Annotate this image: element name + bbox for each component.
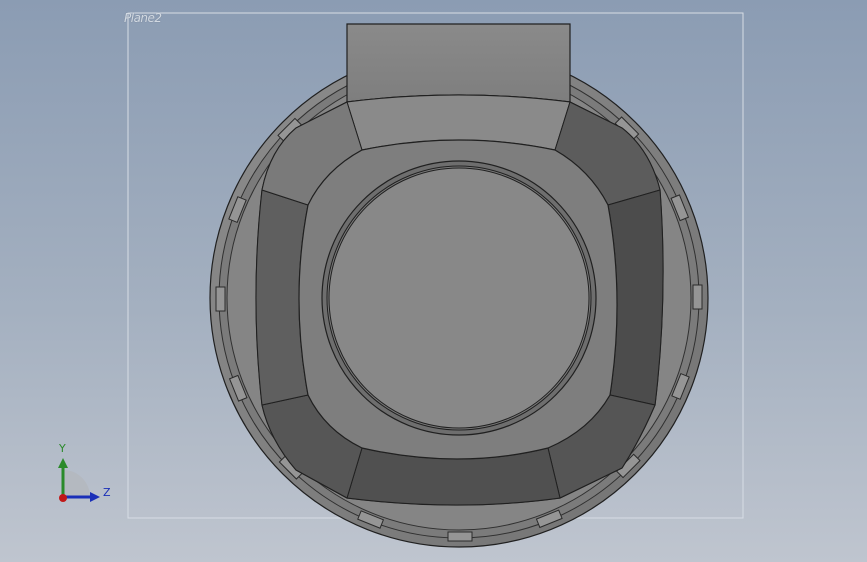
z-axis-arrowhead [90, 492, 100, 502]
orientation-triad: Y Z [50, 440, 120, 510]
triad-plane-quadrant [63, 470, 90, 497]
plane-label[interactable]: Plane2 [124, 11, 162, 25]
top-tab[interactable] [346, 23, 571, 103]
model-canvas[interactable] [0, 0, 867, 562]
bore-face[interactable] [328, 167, 590, 429]
y-axis-arrowhead [58, 458, 68, 468]
triad-origin [59, 494, 67, 502]
y-axis-label: Y [59, 442, 66, 455]
z-axis-label: Z [103, 486, 111, 499]
graphics-viewport[interactable]: Plane2 Y Z [0, 0, 867, 562]
